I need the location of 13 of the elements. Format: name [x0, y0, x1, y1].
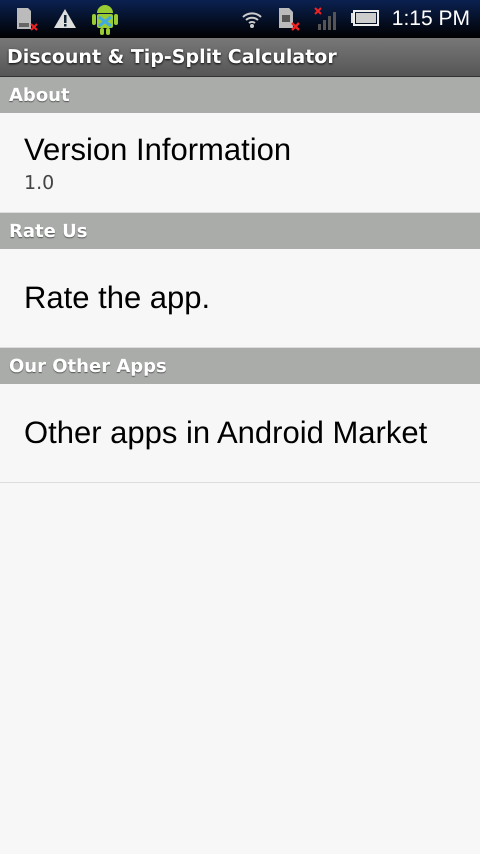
preference-title: Other apps in Android Market [24, 415, 428, 451]
signal-icon [314, 6, 338, 32]
clock-time: 1:15 PM [392, 7, 470, 31]
preference-title: Rate the app. [24, 280, 212, 316]
section-title: Rate Us [9, 220, 88, 242]
preference-summary: 1.0 [24, 172, 56, 194]
preference-item[interactable]: Other apps in Android Market [0, 384, 480, 483]
preference-title: Version Information [24, 132, 292, 168]
window-title: Discount & Tip-Split Calculator [7, 46, 337, 68]
battery-icon [350, 9, 380, 29]
section-title: Our Other Apps [9, 356, 167, 376]
sd-card-error-icon [14, 6, 40, 32]
section-title: About [9, 84, 70, 106]
